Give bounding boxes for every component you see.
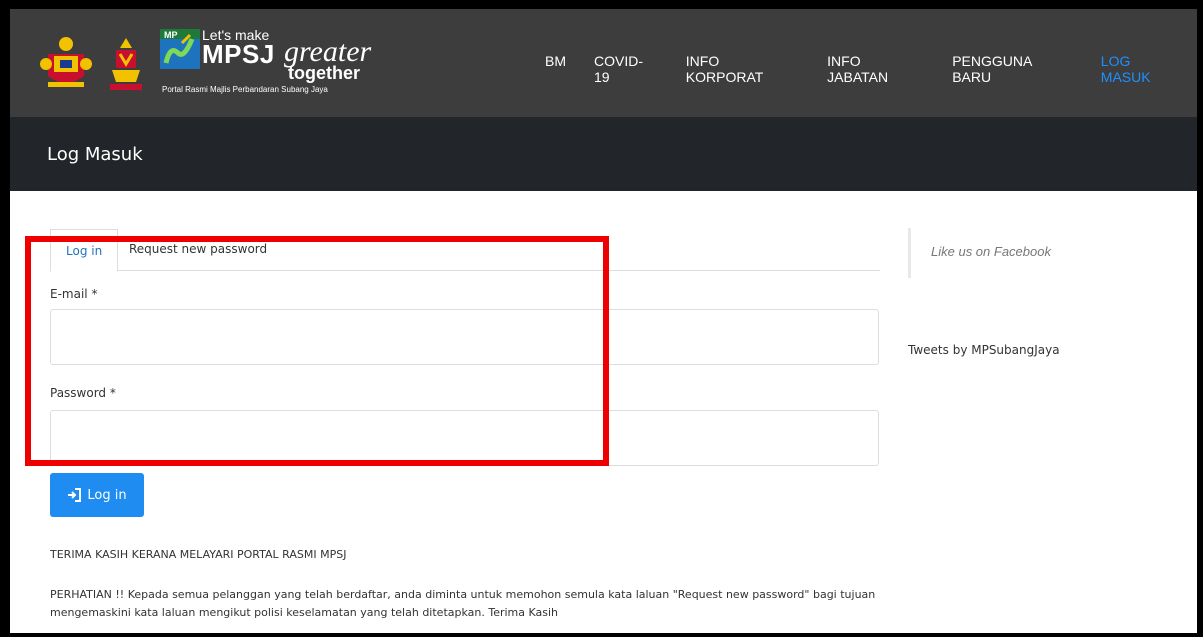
brand-mpsj: MPSJ <box>202 39 275 69</box>
password-label: Password * <box>50 386 116 400</box>
nav-item-pengguna-baru[interactable]: PENGGUNA BARU <box>938 53 1087 85</box>
attention-notice: PERHATIAN !! Kepada semua pelanggan yang… <box>50 588 876 619</box>
main-nav: BM COVID-19 INFO KORPORAT INFO JABATAN P… <box>531 53 1197 85</box>
brand-together: together <box>288 63 360 83</box>
nav-item-covid-19[interactable]: COVID-19 <box>580 53 672 85</box>
mp-logo-icon: MP <box>160 29 200 69</box>
nav-item-log-masuk[interactable]: LOG MASUK <box>1087 53 1197 85</box>
email-label: E-mail * <box>50 287 98 301</box>
login-button[interactable]: Log in <box>50 473 144 517</box>
thanks-notice: TERIMA KASIH KERANA MELAYARI PORTAL RASM… <box>50 548 347 561</box>
page-title-bar: Log Masuk <box>10 117 1197 191</box>
page-title: Log Masuk <box>47 144 143 165</box>
malaysia-coat-of-arms-icon[interactable] <box>40 34 92 94</box>
mpsj-brand-logo[interactable]: MP Let's make MPSJ greater together Port… <box>160 21 371 107</box>
password-field[interactable] <box>50 410 879 466</box>
tab-request-new-password[interactable]: Request new password <box>114 229 282 272</box>
logo-group: MP Let's make MPSJ greater together Port… <box>40 21 371 107</box>
browser-frame: MP Let's make MPSJ greater together Port… <box>10 9 1197 633</box>
brand-portal-caption: Portal Rasmi Majlis Perbandaran Subang J… <box>162 85 328 94</box>
tab-log-in[interactable]: Log in <box>50 229 119 272</box>
site-header: MP Let's make MPSJ greater together Port… <box>10 9 1197 117</box>
nav-item-bm[interactable]: BM <box>531 53 580 85</box>
nav-item-info-korporat[interactable]: INFO KORPORAT <box>672 53 813 85</box>
login-button-label: Log in <box>87 487 127 503</box>
sign-in-icon <box>68 488 82 502</box>
selangor-crest-icon[interactable] <box>106 34 146 94</box>
tweets-widget[interactable]: Tweets by MPSubangJaya <box>908 343 1060 357</box>
facebook-widget[interactable]: Like us on Facebook <box>908 228 1088 278</box>
nav-item-info-jabatan[interactable]: INFO JABATAN <box>813 53 938 85</box>
email-field[interactable] <box>50 309 879 365</box>
login-tabs: Log in Request new password <box>50 229 880 272</box>
svg-text:MP: MP <box>164 30 178 40</box>
